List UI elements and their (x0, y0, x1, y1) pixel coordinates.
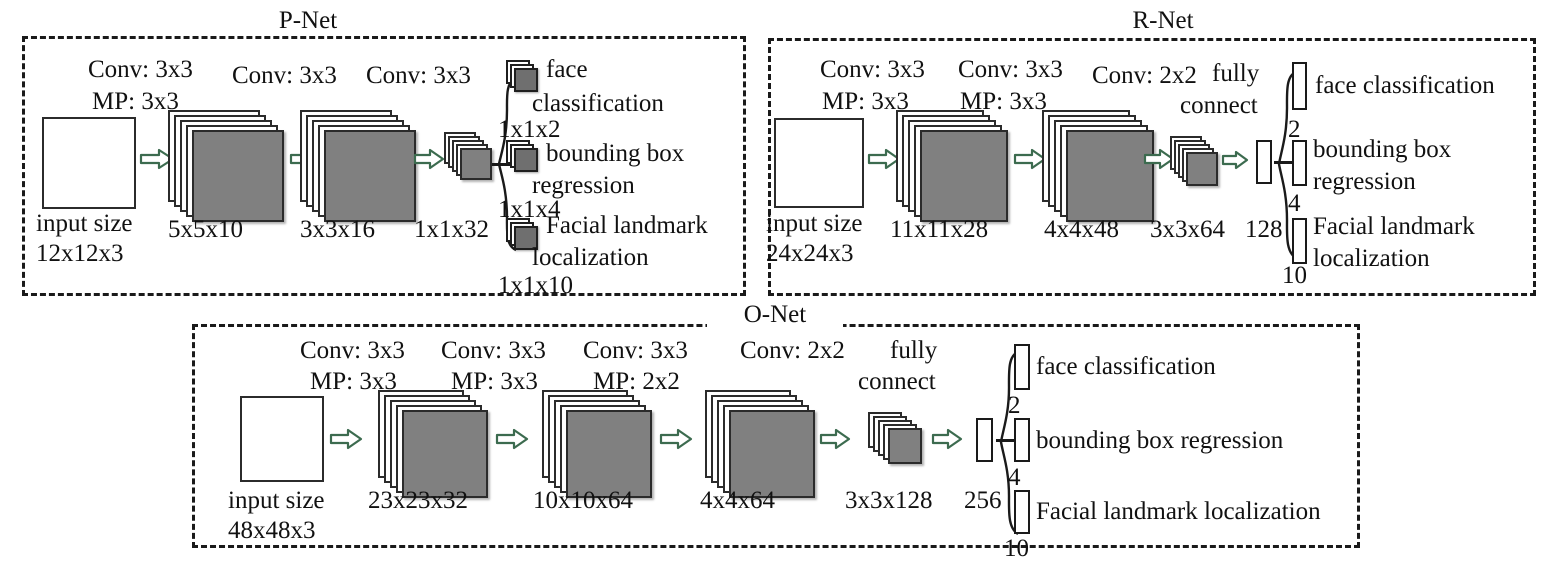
o-net-stage2-shape: 10x10x64 (533, 487, 633, 514)
r-net-output-1-line1: face classification (1315, 72, 1495, 99)
r-net-stage3-shape: 3x3x64 (1150, 216, 1225, 243)
r-net-arrow-4 (1221, 150, 1249, 170)
o-net-stage3-shape: 4x4x64 (700, 487, 775, 514)
p-net-stage1-shape: 5x5x10 (168, 216, 243, 243)
p-net-stage2-shape: 3x3x16 (300, 216, 375, 243)
r-net-input-label-1: input size (766, 210, 863, 237)
r-net-output-2-line1: bounding box (1313, 136, 1452, 163)
o-net-conv2-label: Conv: 3x3 (441, 337, 546, 364)
p-net-output-3-line2: localization (532, 244, 649, 271)
o-net-conv1-label: Conv: 3x3 (300, 337, 405, 364)
o-net-arrow-3 (659, 428, 693, 450)
p-net-output-3-line1: Facial landmark (546, 212, 708, 239)
r-net-output-bar-bounding-box-regression (1292, 140, 1307, 186)
p-net-output-2-line1: bounding box (546, 140, 685, 167)
o-net-pool2-label: MP: 3x3 (451, 368, 538, 395)
o-net-output-3-dim: 10 (1004, 535, 1029, 562)
r-net-input-label-2: 24x24x3 (766, 240, 854, 267)
p-net-arrow-3 (413, 148, 445, 170)
p-net-pool1-label: MP: 3x3 (92, 88, 179, 115)
p-net-input-image (42, 117, 136, 209)
p-net-output-1-line1: face (546, 56, 588, 83)
o-net-output-1-dim: 2 (1008, 392, 1021, 419)
o-net-output-bar-facial-landmark-localization (1014, 490, 1030, 534)
p-net-input-label-1: input size (36, 210, 133, 237)
r-net-fc-vector (1256, 140, 1272, 184)
o-net-output-bar-bounding-box-regression (1014, 418, 1030, 462)
r-net-conv2-label: Conv: 3x3 (958, 56, 1063, 83)
r-net-output-3-line2: localization (1313, 245, 1430, 272)
r-net-fc-label-1: fully (1212, 60, 1260, 87)
p-net-title: P-Net (240, 8, 376, 33)
o-net-fc-vector (976, 418, 993, 462)
r-net-conv1-label: Conv: 3x3 (820, 56, 925, 83)
o-net-conv3-label: Conv: 3x3 (583, 337, 688, 364)
o-net-output-2-line1: bounding box regression (1036, 427, 1284, 454)
o-net-fc-label-1: fully (890, 337, 938, 364)
p-net-output-1-line2: classification (532, 90, 664, 117)
o-net-output-bar-face-classification (1014, 344, 1030, 390)
r-net-output-3-line1: Facial landmark (1313, 213, 1475, 240)
p-net-conv3-label: Conv: 3x3 (366, 62, 471, 89)
o-net-input-label-1: input size (228, 487, 325, 514)
o-net-arrow-1 (329, 428, 363, 450)
o-net-fc-label-2: connect (858, 368, 936, 395)
r-net-stage1-shape: 11x11x28 (890, 216, 989, 243)
o-net-stage1-shape: 23x23x32 (368, 487, 468, 514)
o-net-fc-size: 256 (964, 487, 1002, 514)
r-net-conv3-label: Conv: 2x2 (1092, 62, 1197, 89)
r-net-output-bar-facial-landmark-localization (1292, 218, 1307, 264)
o-net-input-image (240, 396, 324, 482)
o-net-arrow-5 (931, 428, 963, 450)
o-net-title: O-Net (707, 302, 843, 327)
r-net-output-2-dim: 4 (1288, 190, 1301, 217)
p-net-conv1-label: Conv: 3x3 (88, 56, 193, 83)
r-net-fc-size: 128 (1245, 216, 1283, 243)
p-net-input-label-2: 12x12x3 (36, 240, 124, 267)
o-net-output-2-dim: 4 (1008, 464, 1021, 491)
o-net-output-3-line1: Facial landmark localization (1036, 498, 1321, 525)
o-net-conv4-label: Conv: 2x2 (740, 337, 845, 364)
o-net-output-1-line1: face classification (1036, 353, 1216, 380)
o-net-arrow-2 (495, 428, 529, 450)
r-net-output-3-dim: 10 (1282, 262, 1307, 289)
r-net-title: R-Net (1095, 8, 1231, 33)
p-net-conv2-label: Conv: 3x3 (232, 62, 337, 89)
p-net-output-3-dim: 1x1x10 (498, 272, 573, 299)
p-net-stage3-shape: 1x1x32 (414, 216, 489, 243)
o-net-input-label-2: 48x48x3 (228, 517, 316, 544)
o-net-stage4-shape: 3x3x128 (845, 487, 933, 514)
r-net-output-2-line2: regression (1313, 168, 1416, 195)
r-net-stage2-shape: 4x4x48 (1044, 216, 1119, 243)
r-net-fc-label-2: connect (1180, 92, 1258, 119)
figure-canvas: P-Net Conv: 3x3 MP: 3x3 Conv: 3x3 Conv: … (0, 0, 1554, 575)
r-net-input-image (774, 118, 864, 208)
r-net-output-bar-face-classification (1292, 62, 1307, 110)
o-net-arrow-4 (819, 428, 851, 450)
